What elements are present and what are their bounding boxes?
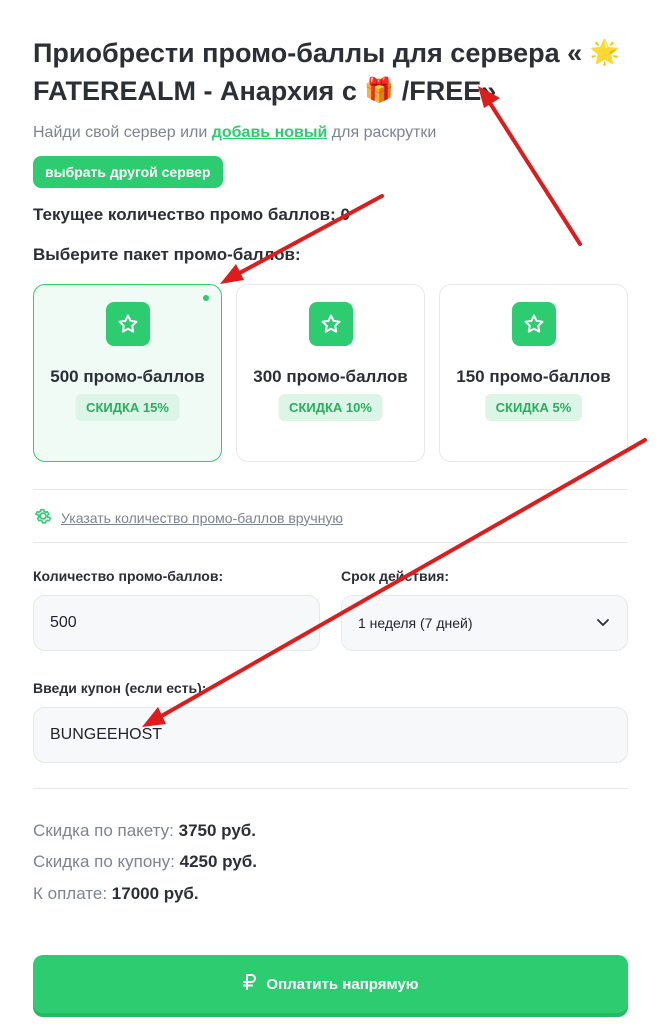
add-new-server-link[interactable]: добавь новый: [212, 124, 328, 141]
subtitle-text-before: Найди свой сервер или: [33, 124, 212, 141]
gear-icon: [33, 506, 53, 529]
star-icon: [308, 302, 353, 346]
current-points-text: Текущее количество промо баллов: 0: [33, 205, 350, 224]
duration-select[interactable]: 1 неделя (7 дней): [341, 595, 628, 651]
choose-other-server-button[interactable]: выбрать другой сервер: [33, 156, 223, 188]
total-value: 17000 руб.: [111, 884, 199, 903]
duration-value: 1 неделя (7 дней): [358, 615, 473, 631]
coupon-discount-value: 4250 руб.: [179, 852, 258, 871]
pay-directly-button[interactable]: Оплатить напрямую: [33, 955, 628, 1013]
package-discount-row: Скидка по пакету: 3750 руб.: [33, 821, 256, 841]
selected-indicator-dot: [203, 295, 209, 301]
glowing-star-emoji: 🌟: [589, 39, 620, 66]
quantity-value: 500: [50, 614, 77, 631]
divider: [33, 489, 628, 490]
chevron-down-icon: [595, 614, 611, 633]
title-part-3: /FREE»: [394, 76, 497, 106]
title-part-2: FATEREALM - Анархия с: [33, 76, 365, 106]
discount-badge: СКИДКА 10%: [278, 394, 383, 421]
quantity-label: Количество промо-баллов:: [33, 568, 224, 584]
title-part-1: Приобрести промо-баллы для сервера «: [33, 38, 590, 68]
gift-emoji: 🎁: [364, 77, 395, 104]
discount-badge: СКИДКА 5%: [484, 394, 583, 421]
coupon-label: Введи купон (если есть):: [33, 680, 207, 696]
coupon-discount-row: Скидка по купону: 4250 руб.: [33, 852, 257, 872]
page-title: Приобрести промо-баллы для сервера « 🌟 F…: [33, 34, 633, 110]
total-row: К оплате: 17000 руб.: [33, 884, 199, 904]
package-name: 150 промо-баллов: [456, 367, 611, 386]
package-card-300[interactable]: 300 промо-баллов СКИДКА 10%: [236, 284, 425, 462]
package-name: 500 промо-баллов: [50, 367, 205, 386]
choose-package-heading: Выберите пакет промо-баллов:: [33, 245, 301, 264]
pay-button-label: Оплатить напрямую: [266, 975, 419, 993]
divider: [33, 542, 628, 543]
star-icon: [105, 302, 150, 346]
package-card-500[interactable]: 500 промо-баллов СКИДКА 15%: [33, 284, 222, 462]
subtitle-text-after: для раскрутки: [327, 124, 437, 141]
duration-label: Срок действия:: [341, 568, 450, 584]
total-label: К оплате:: [33, 884, 108, 903]
quantity-input[interactable]: 500: [33, 595, 320, 651]
coupon-discount-label: Скидка по купону:: [33, 852, 175, 871]
discount-badge: СКИДКА 15%: [75, 394, 180, 421]
package-discount-label: Скидка по пакету:: [33, 821, 174, 840]
coupon-input[interactable]: BUNGEEHOST: [33, 707, 628, 763]
coupon-value: BUNGEEHOST: [50, 726, 163, 743]
ruble-icon: [242, 973, 258, 995]
manual-amount-label: Указать количество промо-баллов вручную: [61, 509, 343, 526]
manual-amount-link[interactable]: Указать количество промо-баллов вручную: [33, 506, 343, 529]
divider: [33, 788, 628, 789]
subtitle: Найди свой сервер или добавь новый для р…: [33, 124, 436, 142]
package-card-150[interactable]: 150 промо-баллов СКИДКА 5%: [439, 284, 628, 462]
star-icon: [511, 302, 556, 346]
package-discount-value: 3750 руб.: [178, 821, 257, 840]
package-name: 300 промо-баллов: [253, 367, 408, 386]
